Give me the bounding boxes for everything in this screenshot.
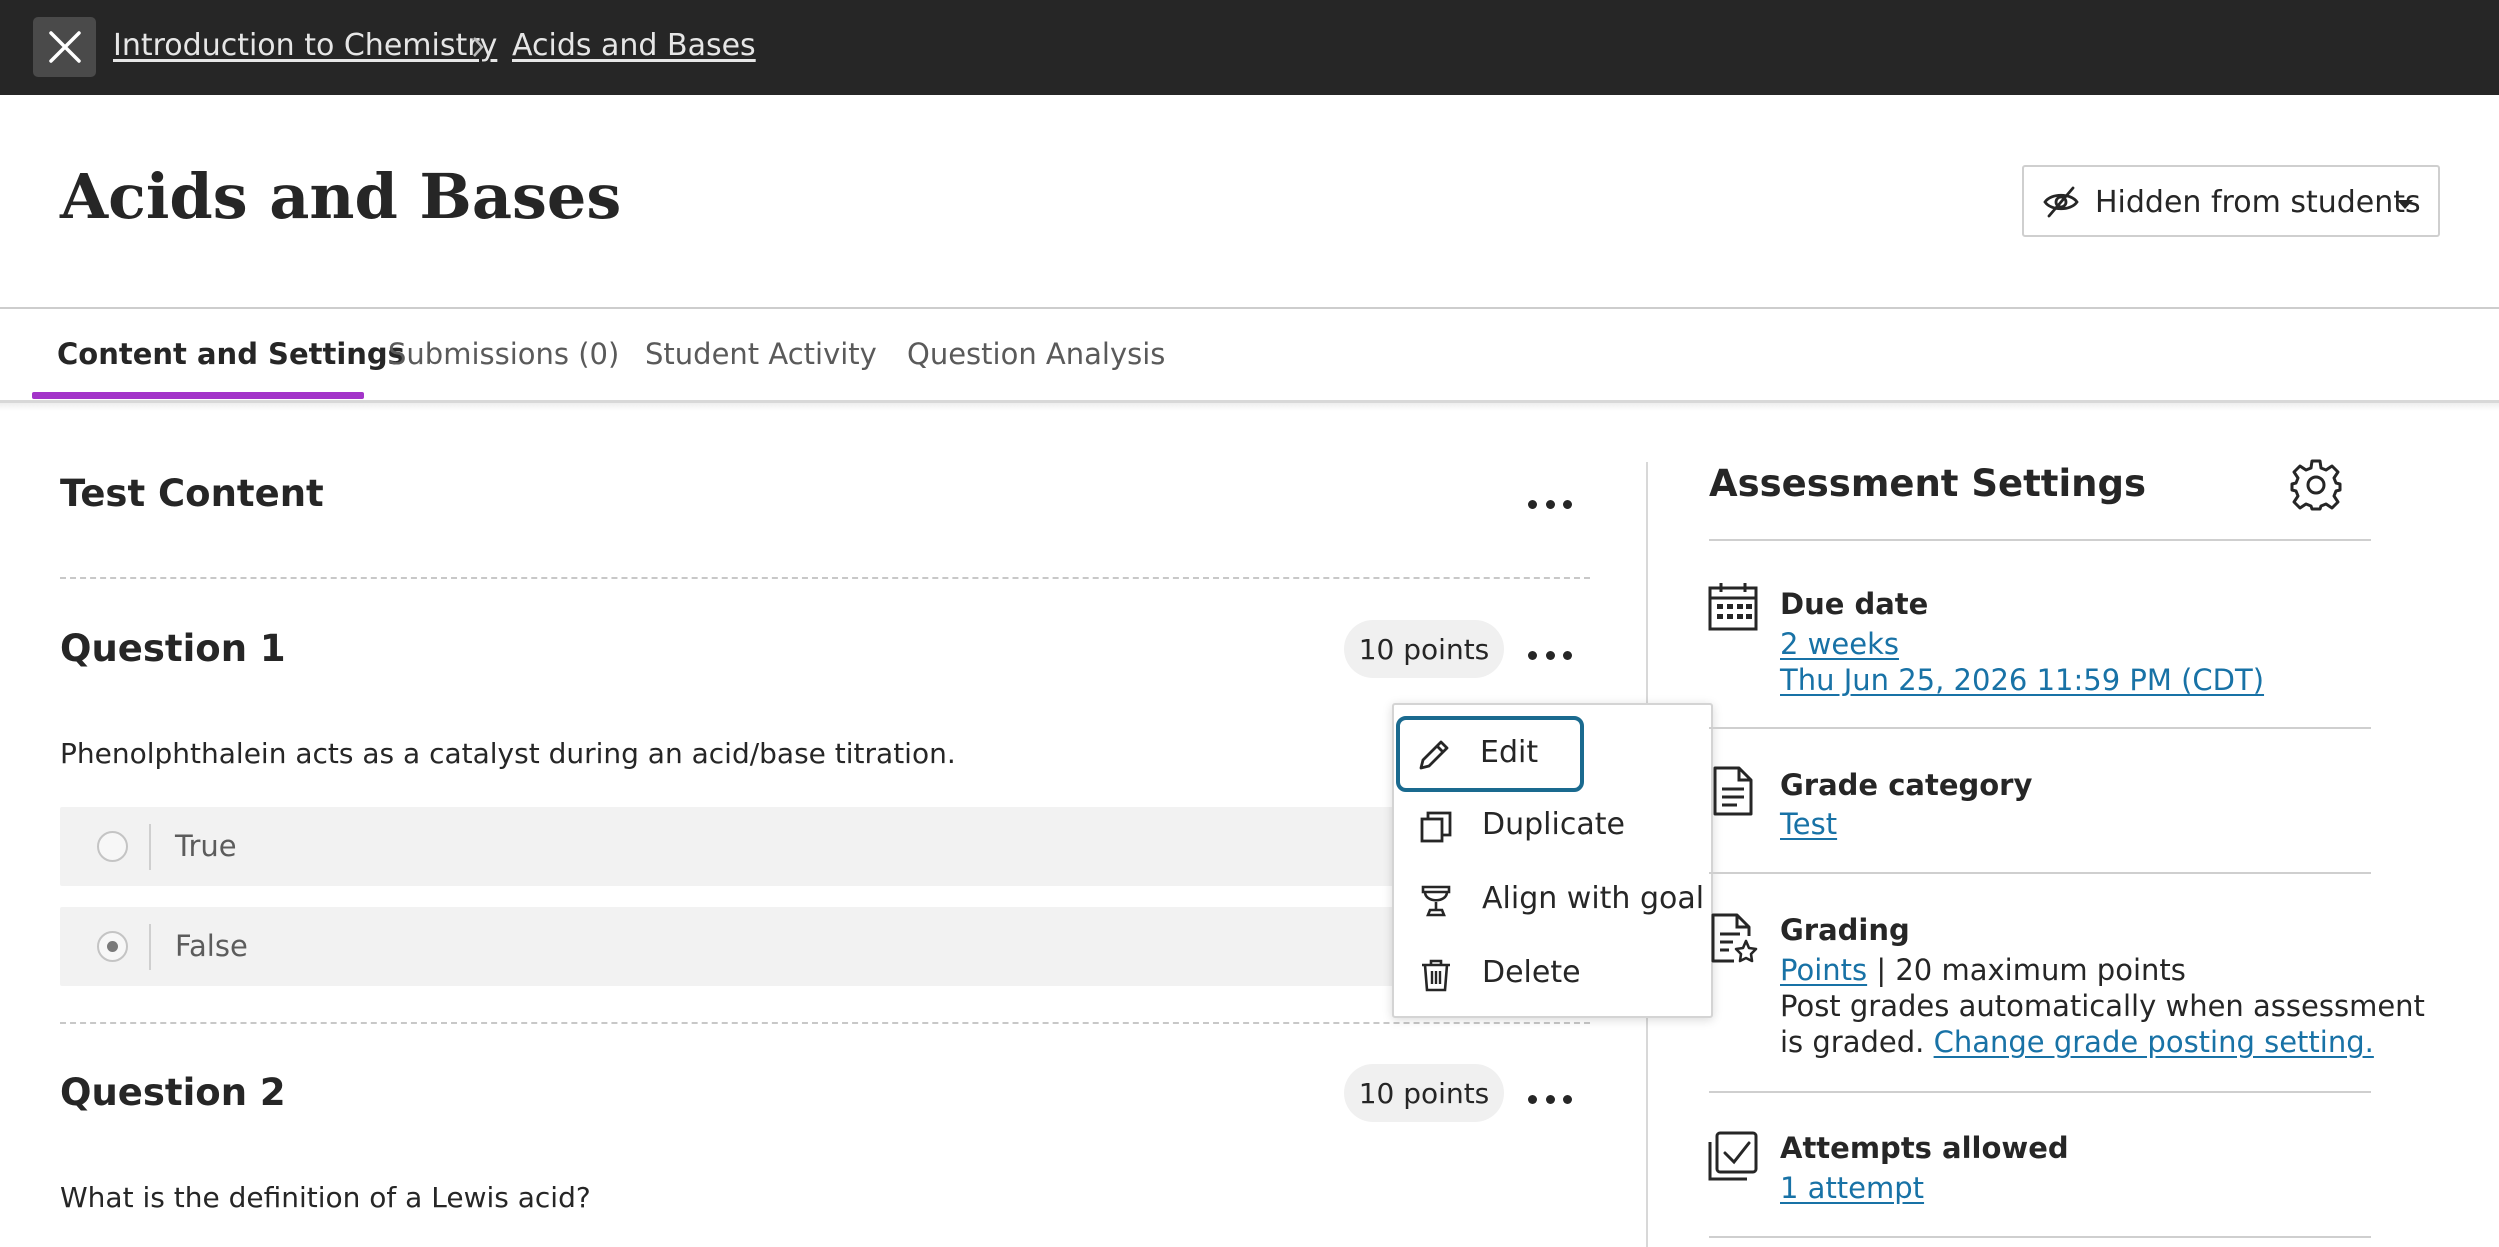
calendar-icon (1708, 583, 1758, 631)
tabs-shadow (0, 403, 2499, 411)
section-title-test-content: Test Content (60, 472, 324, 515)
document-icon (1713, 766, 1753, 816)
due-date-relative-link[interactable]: 2 weeks (1780, 627, 1899, 661)
question-2-title: Question 2 (60, 1071, 286, 1114)
visibility-dropdown[interactable]: Hidden from students (2022, 165, 2440, 237)
active-tab-indicator (32, 392, 364, 399)
answer-option-false: False (60, 907, 1450, 986)
assessment-settings-title: Assessment Settings (1709, 462, 2147, 505)
menu-item-edit[interactable]: Edit (1396, 716, 1584, 792)
caret-down-icon (2397, 200, 2413, 209)
radio-false-selected (97, 931, 128, 962)
question-context-menu: Edit Duplicate Align with goal Delete (1392, 703, 1713, 1018)
top-bar: Introduction to Chemistry Acids and Base… (0, 0, 2499, 95)
menu-item-label: Duplicate (1482, 807, 1625, 842)
duplicate-icon (1420, 811, 1452, 843)
close-button[interactable] (33, 17, 96, 77)
grade-category-label: Grade category (1780, 768, 2033, 802)
test-content-more-button[interactable] (1528, 497, 1572, 511)
gear-icon[interactable] (2289, 458, 2343, 512)
tab-student-activity[interactable]: Student Activity (645, 337, 877, 371)
breadcrumb-current[interactable]: Acids and Bases (512, 28, 756, 63)
menu-item-label: Edit (1480, 735, 1539, 770)
posting-text: is graded. (1780, 1025, 1934, 1059)
trash-icon (1422, 959, 1450, 992)
breadcrumb-course[interactable]: Introduction to Chemistry (113, 28, 497, 63)
tab-submissions[interactable]: Submissions (0) (388, 337, 619, 371)
question-2-text: What is the definition of a Lewis acid? (60, 1181, 591, 1214)
question-2-points: 10 points (1344, 1064, 1504, 1122)
question-1-more-button[interactable] (1528, 648, 1572, 662)
eye-slash-icon (2043, 186, 2079, 218)
question-1-title: Question 1 (60, 627, 286, 670)
change-grade-posting-link[interactable]: Change grade posting setting. (1934, 1025, 2374, 1059)
chevron-right-icon (473, 37, 484, 57)
grading-schema-link[interactable]: Points (1780, 953, 1867, 987)
question-divider (60, 1022, 1590, 1024)
answer-option-true: True (60, 807, 1450, 886)
settings-divider (1709, 727, 2371, 729)
menu-item-delete[interactable]: Delete (1402, 940, 1705, 1008)
due-date-label: Due date (1780, 587, 1929, 621)
due-date-link[interactable]: Thu Jun 25, 2026 11:59 PM (CDT) (1780, 663, 2264, 697)
radio-true (97, 831, 128, 862)
max-points: | 20 maximum points (1867, 953, 2186, 987)
grading-schema-row: Points | 20 maximum points (1780, 953, 2186, 987)
page-title: Acids and Bases (60, 160, 622, 233)
question-2-more-button[interactable] (1528, 1092, 1572, 1106)
question-1-text: Phenolphthalein acts as a catalyst durin… (60, 737, 956, 770)
posting-text-line2: is graded. Change grade posting setting. (1780, 1025, 2374, 1059)
trophy-icon (1421, 885, 1451, 917)
settings-divider (1709, 872, 2371, 874)
settings-divider (1709, 1236, 2371, 1238)
checkbox-attempts-icon (1708, 1131, 1758, 1181)
posting-text-line1: Post grades automatically when assessmen… (1780, 989, 2425, 1023)
pencil-icon (1419, 740, 1449, 770)
menu-item-align-with-goal[interactable]: Align with goal (1402, 866, 1705, 934)
question-1-points: 10 points (1344, 620, 1504, 678)
section-divider (60, 577, 1590, 579)
tab-content-and-settings[interactable]: Content and Settings (57, 337, 405, 371)
settings-divider (1709, 1091, 2371, 1093)
menu-item-label: Align with goal (1482, 881, 1705, 916)
grading-document-icon (1711, 913, 1758, 963)
header-divider (0, 307, 2499, 309)
grading-label: Grading (1780, 913, 1910, 947)
attempts-label: Attempts allowed (1780, 1131, 2069, 1165)
answer-label: False (175, 929, 248, 963)
answer-label: True (175, 829, 237, 863)
settings-divider (1709, 539, 2371, 541)
tab-question-analysis[interactable]: Question Analysis (907, 337, 1165, 371)
menu-item-duplicate[interactable]: Duplicate (1402, 792, 1705, 860)
menu-item-label: Delete (1482, 955, 1581, 990)
grade-category-link[interactable]: Test (1780, 807, 1837, 841)
visibility-label: Hidden from students (2095, 185, 2421, 220)
attempts-link[interactable]: 1 attempt (1780, 1171, 1924, 1205)
close-icon (48, 31, 81, 63)
